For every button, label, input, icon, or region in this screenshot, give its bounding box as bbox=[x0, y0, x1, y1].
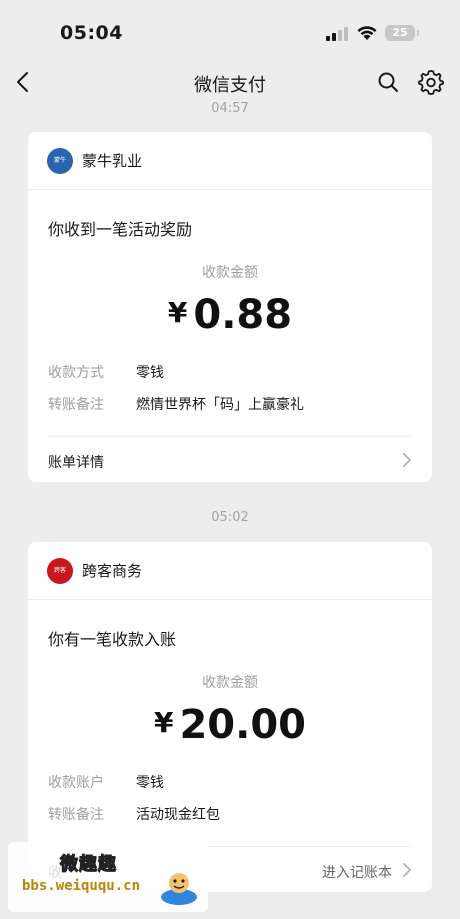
wifi-icon bbox=[357, 26, 377, 40]
transfer-note-label: 转账备注 bbox=[48, 807, 104, 823]
chevron-right-icon[interactable] bbox=[402, 452, 412, 468]
merchant-logo: 蒙牛 bbox=[47, 148, 73, 174]
amount-value: ¥20.00 bbox=[28, 702, 432, 748]
amount-value: ¥0.88 bbox=[28, 292, 432, 338]
message-timestamp: 05:02 bbox=[211, 510, 249, 525]
amount-number: 20.00 bbox=[179, 702, 306, 748]
watermark-url: bbs.weiququ.cn bbox=[22, 878, 141, 894]
chevron-right-icon[interactable] bbox=[402, 862, 412, 878]
card-header[interactable]: 蒙牛 蒙牛乳业 bbox=[28, 132, 432, 190]
notification-heading: 你收到一笔活动奖励 bbox=[48, 220, 193, 239]
merchant-name[interactable]: 蒙牛乳业 bbox=[82, 150, 142, 171]
card-header[interactable]: 跨客 跨客商务 bbox=[28, 542, 432, 600]
notification-heading: 你有一笔收款入账 bbox=[48, 630, 177, 649]
currency-symbol: ¥ bbox=[153, 706, 174, 739]
payment-notification-card[interactable]: 蒙牛 蒙牛乳业 你收到一笔活动奖励 收款金额 ¥0.88 收款方式 零钱 转账备… bbox=[28, 132, 432, 482]
message-timestamp: 04:57 bbox=[211, 101, 249, 116]
merchant-logo: 跨客 bbox=[47, 558, 73, 584]
mascot-icon bbox=[161, 873, 197, 905]
cellular-signal-icon bbox=[326, 27, 348, 41]
transfer-note-value: 活动现金红包 bbox=[136, 807, 220, 823]
watermark-brand: 微趣趣 bbox=[60, 854, 117, 876]
watermark: 微趣趣 bbs.weiququ.cn bbox=[8, 842, 208, 912]
merchant-name[interactable]: 跨客商务 bbox=[82, 560, 142, 581]
amount-label: 收款金额 bbox=[202, 675, 258, 691]
receiving-account-value: 零钱 bbox=[136, 775, 164, 791]
divider bbox=[48, 436, 412, 437]
battery-indicator: 25 bbox=[385, 25, 419, 41]
status-bar: 05:04 25 bbox=[0, 0, 460, 62]
amount-number: 0.88 bbox=[193, 292, 293, 338]
currency-symbol: ¥ bbox=[167, 296, 188, 329]
payment-method-label: 收款方式 bbox=[48, 365, 104, 381]
status-time: 05:04 bbox=[60, 22, 123, 44]
payment-method-value: 零钱 bbox=[136, 365, 164, 381]
transfer-note-value: 燃情世界杯「码」上赢豪礼 bbox=[136, 397, 304, 413]
ledger-link[interactable]: 进入记账本 bbox=[322, 862, 392, 882]
search-icon[interactable] bbox=[376, 70, 400, 94]
receiving-account-label: 收款账户 bbox=[48, 775, 104, 791]
amount-label: 收款金额 bbox=[202, 265, 258, 281]
nav-bar: 微信支付 bbox=[0, 62, 460, 104]
transfer-note-label: 转账备注 bbox=[48, 397, 104, 413]
gear-icon[interactable] bbox=[418, 69, 444, 95]
payment-notification-card[interactable]: 跨客 跨客商务 你有一笔收款入账 收款金额 ¥20.00 收款账户 零钱 转账备… bbox=[28, 542, 432, 892]
bill-details-link[interactable]: 账单详情 bbox=[48, 452, 104, 472]
